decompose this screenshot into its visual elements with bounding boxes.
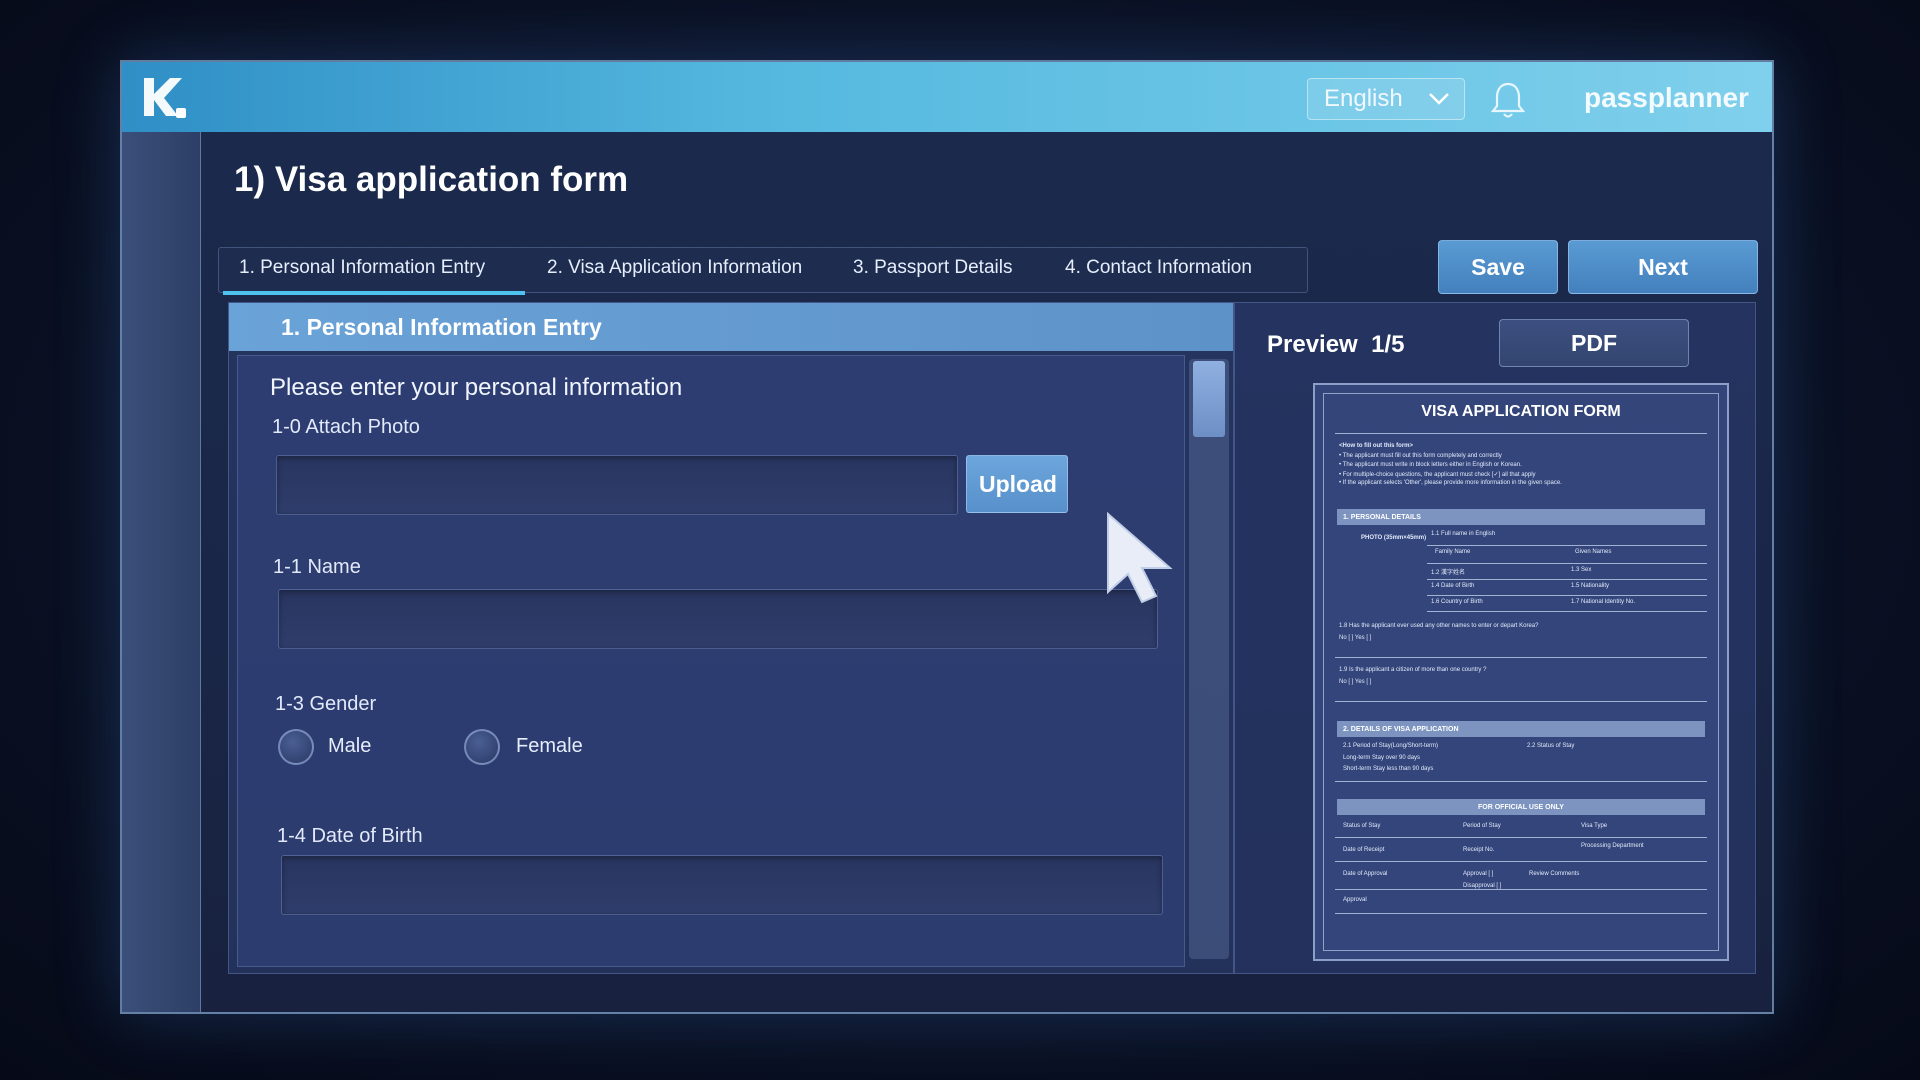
document-rule xyxy=(1335,433,1707,434)
doc-table-rule xyxy=(1427,595,1707,596)
doc-field: 1.6 Country of Birth xyxy=(1431,599,1483,605)
doc-instruction: • The applicant must write in block lett… xyxy=(1339,462,1522,468)
upload-button[interactable]: Upload xyxy=(966,455,1068,513)
preview-panel: Preview 1/5 PDF VISA APPLICATION FORM <H… xyxy=(1234,302,1756,974)
save-button[interactable]: Save xyxy=(1438,240,1558,294)
section-header: 1. Personal Information Entry xyxy=(229,303,1233,351)
doc-section-official: FOR OFFICIAL USE ONLY xyxy=(1337,799,1705,815)
active-tab-indicator xyxy=(223,291,525,295)
doc-table-rule xyxy=(1335,913,1707,914)
doc-table-rule xyxy=(1335,889,1707,890)
doc-field: Review Comments xyxy=(1529,871,1580,877)
doc-field: 2.2 Status of Stay xyxy=(1527,743,1575,749)
tab-visa-application-information[interactable]: 2. Visa Application Information xyxy=(547,257,802,279)
doc-question: 1.9 Is the applicant a citizen of more t… xyxy=(1339,667,1487,673)
doc-photo-box: PHOTO (35mm×45mm) xyxy=(1361,535,1427,541)
gender-radio-male[interactable] xyxy=(278,729,314,765)
name-label: 1-1 Name xyxy=(273,556,361,578)
doc-section-personal: 1. PERSONAL DETAILS xyxy=(1337,509,1705,525)
document-preview[interactable]: VISA APPLICATION FORM <How to fill out t… xyxy=(1313,383,1729,961)
doc-field: Date of Receipt xyxy=(1343,847,1385,853)
doc-question-answer: No [ ] Yes [ ] xyxy=(1339,635,1372,641)
doc-field: Period of Stay xyxy=(1463,823,1501,829)
form-scrollbar[interactable] xyxy=(1189,359,1229,959)
doc-table-rule xyxy=(1427,545,1707,546)
app-window: English passplanner 1) Visa application … xyxy=(120,60,1774,1014)
preview-label: Preview xyxy=(1267,331,1358,358)
doc-rule xyxy=(1335,657,1707,658)
photo-field[interactable] xyxy=(276,455,958,515)
doc-field: Approval xyxy=(1343,897,1367,903)
doc-table-rule xyxy=(1335,861,1707,862)
tab-passport-details[interactable]: 3. Passport Details xyxy=(853,257,1012,279)
doc-instruction: • If the applicant selects 'Other', plea… xyxy=(1339,480,1562,486)
doc-field: Processing Department xyxy=(1581,843,1644,849)
dob-label: 1-4 Date of Birth xyxy=(277,825,423,847)
doc-question: 1.8 Has the applicant ever used any othe… xyxy=(1339,623,1539,629)
doc-field: 1.3 Sex xyxy=(1571,567,1592,573)
doc-table-rule xyxy=(1427,563,1707,564)
doc-field: Visa Type xyxy=(1581,823,1608,829)
step-tabs: 1. Personal Information Entry 2. Visa Ap… xyxy=(218,247,1308,295)
doc-field: Approval [ ] xyxy=(1463,871,1494,877)
page-title: 1) Visa application form xyxy=(234,160,629,199)
top-bar: English passplanner xyxy=(122,62,1772,132)
gender-option-male[interactable]: Male xyxy=(328,735,371,758)
scrollbar-thumb[interactable] xyxy=(1193,361,1225,437)
doc-field: Short-term Stay less than 90 days xyxy=(1343,766,1434,772)
preview-page-indicator: 1/5 xyxy=(1371,331,1405,358)
bell-icon[interactable] xyxy=(1488,80,1528,120)
doc-field: Status of Stay xyxy=(1343,823,1381,829)
preview-title: Preview 1/5 xyxy=(1267,331,1404,359)
document-title: VISA APPLICATION FORM xyxy=(1421,403,1621,420)
gender-option-female[interactable]: Female xyxy=(516,735,583,758)
doc-field: 1.2 漢字姓名 xyxy=(1431,570,1466,576)
sidebar xyxy=(122,132,201,1012)
doc-field: 1.4 Date of Birth xyxy=(1431,583,1475,589)
chevron-down-icon xyxy=(1429,93,1449,105)
doc-table-rule xyxy=(1427,579,1707,580)
doc-table-rule xyxy=(1335,837,1707,838)
gender-radio-female[interactable] xyxy=(464,729,500,765)
doc-field: 1.1 Full name in English xyxy=(1431,531,1496,537)
doc-field: 2.1 Period of Stay(Long/Short-term) xyxy=(1343,743,1439,749)
dob-input[interactable] xyxy=(281,855,1163,915)
doc-field: Date of Approval xyxy=(1343,871,1388,877)
language-select[interactable]: English xyxy=(1307,78,1465,120)
next-button[interactable]: Next xyxy=(1568,240,1758,294)
doc-field: Family Name xyxy=(1435,549,1471,555)
form-intro: Please enter your personal information xyxy=(270,374,683,401)
doc-field: Receipt No. xyxy=(1463,847,1495,853)
upload-button-label: Upload xyxy=(979,470,1057,497)
language-select-value: English xyxy=(1324,85,1403,112)
gender-label: 1-3 Gender xyxy=(275,693,377,715)
doc-field: 1.7 National Identity No. xyxy=(1571,599,1636,605)
doc-field: Given Names xyxy=(1575,549,1612,555)
username[interactable]: passplanner xyxy=(1584,82,1749,114)
doc-table-rule xyxy=(1427,611,1707,612)
photo-label: 1-0 Attach Photo xyxy=(272,416,420,438)
app-logo[interactable] xyxy=(140,72,190,122)
mouse-cursor-icon xyxy=(1107,511,1173,604)
doc-rule xyxy=(1335,781,1707,782)
doc-field: Long-term Stay over 90 days xyxy=(1343,755,1421,761)
doc-instruction: • For multiple-choice questions, the app… xyxy=(1339,472,1536,478)
doc-field: 1.5 Nationality xyxy=(1571,583,1610,589)
doc-question-answer: No [ ] Yes [ ] xyxy=(1339,679,1372,685)
pdf-button[interactable]: PDF xyxy=(1499,319,1689,367)
doc-rule xyxy=(1335,701,1707,702)
tab-contact-information[interactable]: 4. Contact Information xyxy=(1065,257,1252,279)
doc-instructions-heading: <How to fill out this form> xyxy=(1339,443,1413,449)
doc-instruction: • The applicant must fill out this form … xyxy=(1339,453,1502,459)
doc-section-visa: 2. DETAILS OF VISA APPLICATION xyxy=(1337,721,1705,737)
name-input[interactable] xyxy=(278,589,1158,649)
tab-personal-information[interactable]: 1. Personal Information Entry xyxy=(239,257,485,279)
